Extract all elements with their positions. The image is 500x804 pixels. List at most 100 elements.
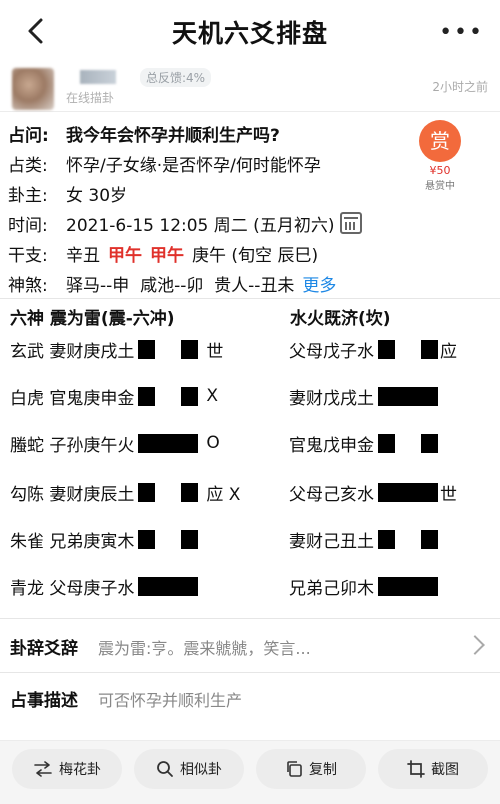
divider xyxy=(0,672,500,673)
owner-row: 卦主: 女 30岁 xyxy=(8,178,428,208)
top-bar: 天机六爻排盘 ••• xyxy=(0,0,500,62)
info-block: 占问: 我今年会怀孕并顺利生产吗? 占类: 怀孕/子女缘·是否怀孕/何时能怀孕 … xyxy=(8,118,428,298)
yao-left-1: 青龙 父母庚子水 xyxy=(10,573,199,599)
bottom-action-bar: 梅花卦 相似卦 复制 截图 xyxy=(0,740,500,804)
changed-gua-title: 水火既济(坎) xyxy=(290,309,391,329)
category-row: 占类: 怀孕/子女缘·是否怀孕/何时能怀孕 xyxy=(8,148,428,178)
yao-label: 勾陈 妻财庚辰土 xyxy=(10,484,135,505)
yao-right-1: 兄弟己卯木 xyxy=(289,573,438,599)
user-row: 在线描卦 总反馈:4% 2小时之前 xyxy=(0,62,500,112)
yin-bar xyxy=(138,529,156,549)
shensha-label: 神煞: xyxy=(8,275,48,296)
owner-label: 卦主: xyxy=(8,185,48,206)
calendar-icon[interactable] xyxy=(340,212,363,234)
similar-label: 相似卦 xyxy=(180,762,222,778)
ganzhi-year: 辛丑 xyxy=(66,245,100,266)
yao-label: 父母戊子水 xyxy=(289,341,374,362)
guaci-label: 卦辞爻辞 xyxy=(10,639,78,659)
swap-icon xyxy=(33,761,53,777)
similar-button[interactable]: 相似卦 xyxy=(134,749,244,789)
screenshot-button[interactable]: 截图 xyxy=(378,749,488,789)
yao-label: 螣蛇 子孙庚午火 xyxy=(10,435,135,456)
yin-bar xyxy=(378,529,395,549)
avatar[interactable] xyxy=(12,68,54,110)
yang-bar xyxy=(378,482,438,502)
desc-label: 占事描述 xyxy=(10,691,78,711)
yao-label: 青龙 父母庚子水 xyxy=(10,578,135,599)
yao-label: 妻财戊戌土 xyxy=(289,388,374,409)
yao-mark: O xyxy=(206,433,220,453)
shensha-row: 神煞: 驿马--申 咸池--卯 贵人--丑未 更多 xyxy=(8,268,428,298)
crop-icon xyxy=(407,760,425,778)
divider xyxy=(0,618,500,619)
yao-left-4: 螣蛇 子孙庚午火 O xyxy=(10,430,220,456)
post-time: 2小时之前 xyxy=(432,80,488,94)
page-title: 天机六爻排盘 xyxy=(171,19,328,48)
copy-button[interactable]: 复制 xyxy=(256,749,366,789)
feedback-badge: 总反馈:4% xyxy=(140,68,212,87)
copy-icon xyxy=(285,760,303,778)
meihua-label: 梅花卦 xyxy=(59,762,101,778)
screenshot-label: 截图 xyxy=(431,762,459,778)
yin-bar xyxy=(181,339,199,359)
copy-label: 复制 xyxy=(309,762,337,778)
reward-status: 悬赏中 xyxy=(425,181,455,192)
yao-label: 妻财己丑土 xyxy=(289,531,374,552)
desc-value: 可否怀孕并顺利生产 xyxy=(98,690,243,710)
yao-left-5: 白虎 官鬼庚申金 X xyxy=(10,383,218,409)
yao-mark: X xyxy=(206,386,219,406)
yang-bar xyxy=(378,386,438,406)
yin-bar xyxy=(138,386,156,406)
yin-bar xyxy=(138,339,156,359)
time-value: 2021-6-15 12:05 周二 (五月初六) xyxy=(66,215,335,236)
yao-right-6: 父母戊子水 应 xyxy=(289,336,457,362)
ganzhi-label: 干支: xyxy=(8,245,48,266)
yin-bar xyxy=(421,339,438,359)
shensha-more-link[interactable]: 更多 xyxy=(302,271,336,296)
question-label: 占问: xyxy=(8,125,49,146)
category-label: 占类: xyxy=(8,155,48,176)
yao-left-3: 勾陈 妻财庚辰土 应 X xyxy=(10,479,240,505)
reward-badge[interactable]: 赏 ¥50 悬赏中 xyxy=(410,120,470,192)
yao-label: 朱雀 兄弟庚寅木 xyxy=(10,531,135,552)
yang-bar xyxy=(138,433,199,453)
meihua-button[interactable]: 梅花卦 xyxy=(12,749,122,789)
shensha-value: 驿马--申 咸池--卯 贵人--丑未 xyxy=(66,275,295,296)
ganzhi-hour: 庚午 (旬空 辰巳) xyxy=(192,245,319,266)
yao-mark: 应 X xyxy=(206,484,241,505)
yao-right-2: 妻财己丑土 xyxy=(289,526,438,552)
question-row: 占问: 我今年会怀孕并顺利生产吗? xyxy=(8,118,428,148)
owner-value: 女 30岁 xyxy=(66,185,128,206)
yin-bar xyxy=(181,482,199,502)
yin-bar xyxy=(421,433,438,453)
yao-mark: 应 xyxy=(440,341,457,362)
yin-bar xyxy=(378,433,395,453)
yang-bar xyxy=(138,576,199,596)
yin-bar xyxy=(378,339,395,359)
guaci-value: 震为雷:亨。震来虩虩，笑言... xyxy=(98,638,311,658)
yao-label: 玄武 妻财庚戌土 xyxy=(10,341,135,362)
guaci-row[interactable]: 卦辞爻辞 震为雷:亨。震来虩虩，笑言... xyxy=(10,634,311,660)
yao-left-6: 玄武 妻财庚戌土 世 xyxy=(10,336,223,362)
user-tag: 在线描卦 xyxy=(66,91,115,105)
yin-bar xyxy=(181,386,199,406)
yao-right-3: 父母己亥水 世 xyxy=(289,479,457,505)
time-row: 时间: 2021-6-15 12:05 周二 (五月初六) xyxy=(8,208,428,238)
divider xyxy=(0,298,500,299)
yao-right-5: 妻财戊戌土 xyxy=(289,383,438,409)
more-icon[interactable]: ••• xyxy=(439,20,484,45)
time-label: 时间: xyxy=(8,215,48,236)
desc-row: 占事描述 可否怀孕并顺利生产 xyxy=(10,686,243,712)
chevron-right-icon[interactable] xyxy=(465,635,485,655)
yao-label: 白虎 官鬼庚申金 xyxy=(10,388,135,409)
username-blurred xyxy=(80,70,116,84)
yang-bar xyxy=(378,576,438,596)
ganzhi-day: 甲午 xyxy=(150,245,184,266)
yin-bar xyxy=(181,529,199,549)
yao-mark: 世 xyxy=(206,341,224,362)
question-value: 我今年会怀孕并顺利生产吗? xyxy=(66,125,280,146)
reward-icon: 赏 xyxy=(419,120,461,162)
yin-bar xyxy=(421,529,438,549)
category-value: 怀孕/子女缘·是否怀孕/何时能怀孕 xyxy=(66,155,321,176)
yin-bar xyxy=(138,482,156,502)
